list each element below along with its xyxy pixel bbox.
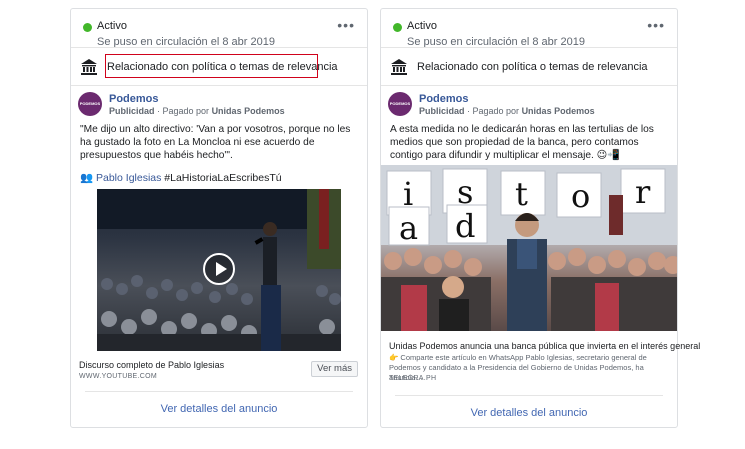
advertiser-name[interactable]: Podemos: [419, 93, 469, 105]
divider: [381, 85, 677, 86]
status-label: Activo: [407, 20, 437, 32]
play-button[interactable]: [203, 253, 235, 285]
link-domain: WWW.YOUTUBE.COM: [79, 373, 157, 380]
advertiser-avatar[interactable]: PODEMOS: [78, 92, 102, 116]
divider: [85, 391, 353, 392]
payer-name: Unidas Podemos: [211, 106, 285, 116]
ad-details-link[interactable]: Ver detalles del anuncio: [71, 403, 367, 415]
advertiser-subtitle: Publicidad · Pagado por Unidas Podemos: [419, 106, 595, 116]
status-row: Activo Se puso en circulación el 8 abr 2…: [381, 17, 677, 49]
sign-letter: d: [455, 207, 475, 245]
topic-row: Relacionado con política o temas de rele…: [71, 53, 367, 83]
see-more-button[interactable]: Ver más: [311, 361, 358, 377]
sign-letter: a: [399, 209, 418, 247]
sponsored-label: Publicidad: [109, 106, 155, 116]
more-options-button[interactable]: •••: [337, 18, 355, 32]
sign-letter: s: [457, 173, 473, 211]
topic-label: Relacionado con política o temas de rele…: [417, 61, 648, 73]
ad-hashtag-line: 👥 Pablo Iglesias #LaHistoriaLaEscribesTú: [80, 171, 282, 184]
active-status-icon: [83, 23, 92, 32]
advertiser-header: PODEMOS Podemos Publicidad · Pagado por …: [71, 91, 367, 121]
advertiser-subtitle: Publicidad · Pagado por Unidas Podemos: [109, 106, 285, 116]
ad-video[interactable]: [97, 189, 341, 351]
ad-card: Activo Se puso en circulación el 8 abr 2…: [70, 8, 368, 428]
mention-link[interactable]: Pablo Iglesias: [96, 172, 161, 184]
hashtag-link[interactable]: #LaHistoriaLaEscribesTú: [161, 172, 281, 184]
rally-photo: i s t o r d a: [381, 165, 677, 331]
ad-image[interactable]: i s t o r d a: [381, 165, 677, 331]
divider: [71, 47, 367, 48]
divider: [395, 395, 663, 396]
divider: [381, 47, 677, 48]
government-building-icon: [391, 59, 407, 75]
advertiser-avatar[interactable]: PODEMOS: [388, 92, 412, 116]
government-building-icon: [81, 59, 97, 75]
status-label: Activo: [97, 20, 127, 32]
ad-card: Activo Se puso en circulación el 8 abr 2…: [380, 8, 700, 428]
link-title[interactable]: Discurso completo de Pablo Iglesias: [79, 360, 224, 370]
advertiser-header: PODEMOS Podemos Publicidad · Pagado por …: [381, 91, 677, 121]
paid-by-label: · Pagado por: [464, 106, 522, 116]
topic-label: Relacionado con política o temas de rele…: [107, 61, 338, 73]
paid-by-label: · Pagado por: [154, 106, 212, 116]
link-domain: TELEGRA.PH: [389, 375, 437, 382]
topic-row: Relacionado con política o temas de rele…: [381, 53, 677, 83]
group-emoji: 👥: [80, 172, 94, 184]
ad-body-text: "Me dijo un alto directivo: 'Van a por v…: [80, 124, 351, 161]
more-options-button[interactable]: •••: [647, 18, 665, 32]
divider: [71, 85, 367, 86]
sign-letter: r: [635, 173, 651, 211]
status-row: Activo Se puso en circulación el 8 abr 2…: [71, 17, 367, 49]
active-status-icon: [393, 23, 402, 32]
sign-letter: t: [515, 175, 528, 213]
sponsored-label: Publicidad: [419, 106, 465, 116]
ad-details-link[interactable]: Ver detalles del anuncio: [381, 407, 677, 419]
advertiser-name[interactable]: Podemos: [109, 93, 159, 105]
ad-body-text: A esta medida no le dedicarán horas en l…: [390, 124, 654, 161]
sign-letter: i: [403, 175, 413, 213]
link-title[interactable]: Unidas Podemos anuncia una banca pública…: [389, 341, 700, 351]
sign-letter: o: [571, 177, 590, 215]
payer-name: Unidas Podemos: [521, 106, 595, 116]
